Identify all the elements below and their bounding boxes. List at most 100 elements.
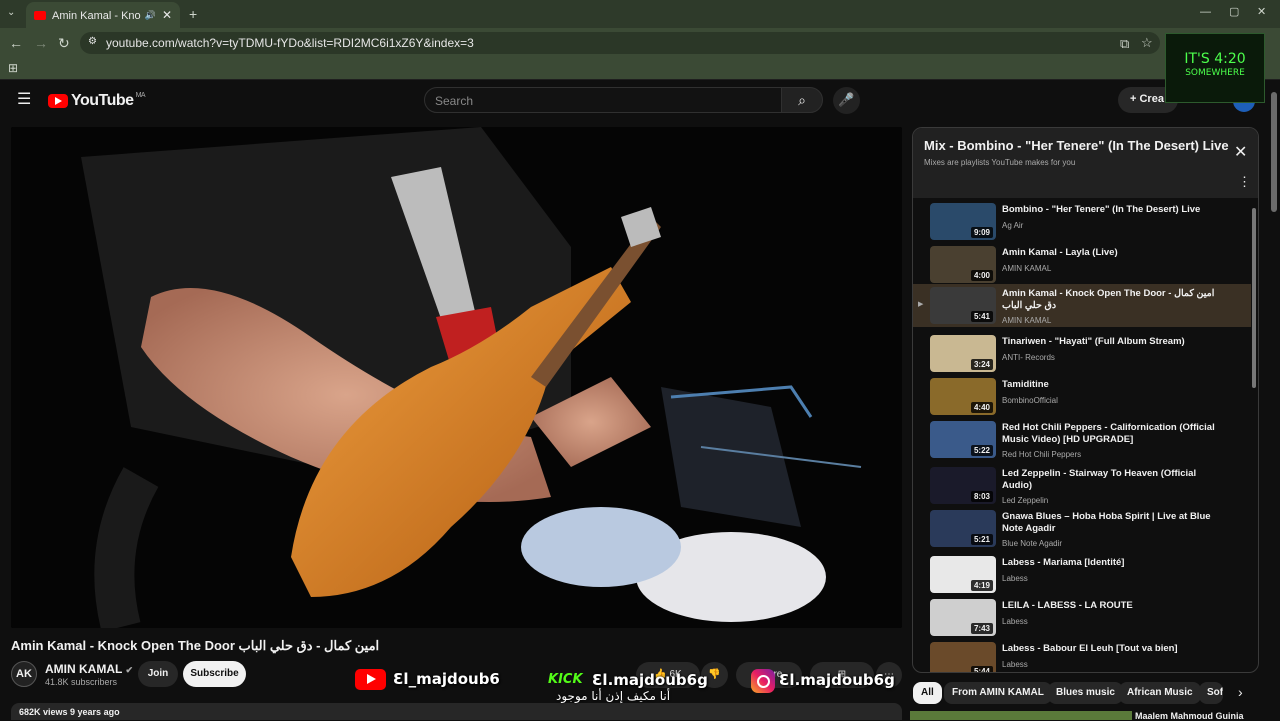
apps-grid-icon[interactable]: ⊞ [8,62,18,74]
back-icon[interactable]: ← [9,36,23,50]
playlist-subtitle: Mixes are playlists YouTube makes for yo… [924,158,1076,167]
address-bar[interactable]: ⚙ youtube.com/watch?v=tyTDMU-fYDo&list=R… [80,32,1160,54]
microphone-icon: 🎤 [838,92,855,107]
playlist-item-duration: 5:21 [970,534,993,545]
youtube-logo[interactable]: YouTube MA [48,92,146,110]
region-code: MA [135,92,146,99]
overlay-ad-image: IT'S 4:20 SOMEWHERE [1165,33,1265,103]
playlist-item-duration: 3:24 [970,359,993,370]
playlist-item[interactable]: 5:44 Labess - Babour El Leuh [Tout va bie… [913,639,1251,672]
playlist-item-title: LEILA - LABESS - LA ROUTE [1002,600,1133,611]
window-close-icon[interactable]: ✕ [1257,7,1266,18]
playlist-item-title: Labess - Babour El Leuh [Tout va bien] [1002,643,1178,654]
playlist-item-title: Amin Kamal - Layla (Live) [1002,247,1118,258]
playlist-item[interactable]: 5:21 Gnawa Blues – Hoba Hoba Spirit | Liv… [913,507,1251,550]
playlist-item-thumbnail[interactable]: 4:00 [930,246,996,283]
playlist-item[interactable]: 4:19 Labess - Mariama [Identité] Labess [913,553,1251,596]
menu-icon[interactable]: ☰ [17,92,31,108]
chip-african-music[interactable]: African Music [1119,682,1201,704]
playlist-item-thumbnail[interactable]: 5:22 [930,421,996,458]
playlist-item[interactable]: ▶ 5:41 Amin Kamal - Knock Open The Door ام… [913,284,1251,327]
ad-line-2: SOMEWHERE [1185,68,1245,78]
channel-avatar[interactable]: AK [11,661,37,687]
playlist-item-channel: Red Hot Chili Peppers [1002,450,1082,459]
playlist-item-duration: 8:03 [970,491,993,502]
site-info-icon[interactable]: ⚙ [88,36,97,47]
playlist-item-thumbnail[interactable]: 8:03 [930,467,996,504]
playlist-item-duration: 4:00 [970,270,993,281]
search-button[interactable]: ⌕ [781,87,823,113]
playlist-scrollbar[interactable] [1252,208,1256,388]
playlist-item-thumbnail[interactable]: 7:43 [930,599,996,636]
voice-search-button[interactable]: 🎤 [833,87,860,114]
playlist-item[interactable]: 8:03 Led Zeppelin - Stairway To Heaven (O… [913,464,1251,507]
chips-next-icon[interactable]: › [1238,685,1243,699]
playlist-item[interactable]: 9:09 Bombino - "Her Tenere" (In The Deser… [913,200,1251,243]
minimize-icon[interactable]: — [1200,7,1211,18]
playlist-item-thumbnail[interactable]: 5:21 [930,510,996,547]
search-icon: ⌕ [798,92,806,108]
playlist-item-thumbnail[interactable]: 9:09 [930,203,996,240]
playlist-item-thumbnail[interactable]: 3:24 [930,335,996,372]
overlay-instagram-handle: Ɛl.majdoub6g [779,671,895,689]
playlist-item[interactable]: 4:40 Tamiditine BombinoOfficial [913,375,1251,418]
new-tab-icon[interactable]: + [189,7,197,21]
overlay-youtube-icon [355,669,386,690]
channel-name[interactable]: AMIN KAMAL ✔ [45,662,133,676]
join-button[interactable]: Join [138,661,178,687]
playlist-menu-icon[interactable]: ⋮ [1238,174,1251,190]
reload-icon[interactable]: ↻ [58,36,70,50]
speaker-icon[interactable]: 🔊 [145,10,156,21]
playlist-item-duration: 5:44 [970,666,993,672]
playlist-item[interactable]: 5:22 Red Hot Chili Peppers - Californicat… [913,418,1251,461]
mix-playlist-panel: Mix - Bombino - "Her Tenere" (In The Des… [912,127,1259,673]
chip-soft[interactable]: Sof [1199,682,1223,704]
view-stats: 682K views 9 years ago [19,707,120,717]
subscribe-button[interactable]: Subscribe [183,661,246,687]
playlist-item-channel: BombinoOfficial [1002,396,1058,405]
playlist-item-duration: 5:22 [970,445,993,456]
playlist-header: Mix - Bombino - "Her Tenere" (In The Des… [913,128,1258,198]
playlist-item[interactable]: 7:43 LEILA - LABESS - LA ROUTE Labess [913,596,1251,639]
ad-line-1: IT'S 4:20 [1184,51,1246,67]
browser-tab[interactable]: Amin Kamal - Knock Open The Door امين كم… [26,2,180,28]
maximize-icon[interactable]: ▢ [1229,7,1239,18]
playlist-item-channel: Led Zeppelin [1002,496,1049,505]
chip-all[interactable]: All [913,682,942,704]
page-scrollbar[interactable] [1271,92,1277,212]
playlist-item-channel: Labess [1002,617,1028,626]
verified-icon: ✔ [125,665,133,675]
search-input[interactable]: Search [424,87,782,113]
playlist-item-thumbnail[interactable]: 5:44 [930,642,996,672]
tab-close-icon[interactable]: ✕ [162,8,172,22]
playlist-item[interactable]: 3:24 Tinariwen - "Hayati" (Full Album Str… [913,332,1251,375]
dislike-icon: 👎 [708,669,721,680]
playlist-item-channel: ANTI- Records [1002,353,1055,362]
close-playlist-icon[interactable]: ✕ [1234,142,1247,162]
description-box[interactable]: 682K views 9 years ago [11,703,902,720]
video-player[interactable] [11,127,902,628]
playlist-item-thumbnail[interactable]: 4:19 [930,556,996,593]
playlist-item-channel: AMIN KAMAL [1002,316,1052,325]
overlay-kick-handle: Ɛl.majdoub6g [592,671,708,689]
playlist-item[interactable]: 4:00 Amin Kamal - Layla (Live) AMIN KAMAL [913,243,1251,286]
chip-blues-music[interactable]: Blues music [1048,682,1123,704]
video-title: Amin Kamal - Knock Open The Door امين كم… [11,638,380,653]
playlist-item-title: Tinariwen - "Hayati" (Full Album Stream) [1002,336,1185,347]
bookmark-star-icon[interactable]: ☆ [1141,36,1153,49]
playlist-item-thumbnail[interactable]: 4:40 [930,378,996,415]
playlist-item-title: Amin Kamal - Knock Open The Door امين كم… [1002,288,1215,311]
chip-from-channel[interactable]: From AMIN KAMAL [944,682,1052,704]
playlist-item-thumbnail[interactable]: 5:41 [930,287,996,324]
youtube-play-icon [48,94,68,108]
forward-icon[interactable]: → [34,36,48,50]
tab-search-icon[interactable]: ⌄ [7,8,15,18]
playlist-item-duration: 4:19 [970,580,993,591]
next-video-thumbnail[interactable] [910,711,1132,720]
logo-text: YouTube [71,92,134,109]
playlist-item-title: Led Zeppelin - Stairway To Heaven (Offic… [1002,468,1197,491]
playlist-item-duration: 5:41 [970,311,993,322]
install-app-icon[interactable]: ⧉ [1120,37,1129,50]
tab-title: Amin Kamal - Knock Open The Door امين كم… [52,9,141,22]
now-playing-icon: ▶ [918,301,924,308]
